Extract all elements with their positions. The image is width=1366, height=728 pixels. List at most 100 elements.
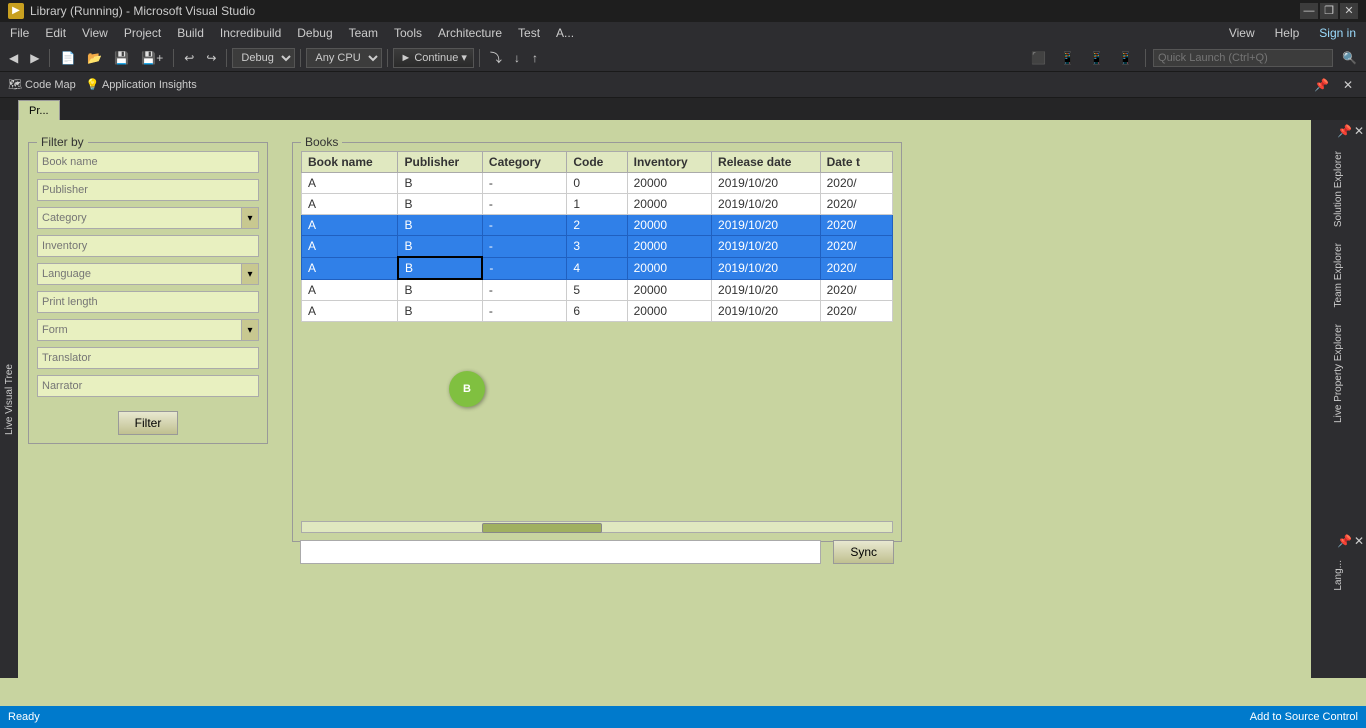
save-all-btn[interactable]: 💾+ <box>136 47 168 69</box>
minimize-btn[interactable]: — <box>1300 3 1318 19</box>
panel2-pin-btn[interactable]: 📌 <box>1337 534 1352 548</box>
close-panel-btn[interactable]: ✕ <box>1338 74 1358 96</box>
category-row: ▾ <box>37 207 259 229</box>
bookname-input[interactable] <box>37 151 259 173</box>
table-row[interactable]: AB-2200002019/10/202020/ <box>302 215 893 236</box>
table-row[interactable]: AB-6200002019/10/202020/ <box>302 301 893 322</box>
code-map-btn[interactable]: 🗺 Code Map <box>8 78 76 91</box>
menu-file[interactable]: File <box>2 22 37 44</box>
title-bar: ▶ Library (Running) - Microsoft Visual S… <box>0 0 1366 22</box>
status-ready: Ready <box>8 711 40 723</box>
live-property-explorer-tab[interactable]: Live Property Explorer <box>1330 317 1347 430</box>
col-publisher: Publisher <box>398 152 482 173</box>
form-dropdown-btn[interactable]: ▾ <box>241 319 259 341</box>
col-code: Code <box>567 152 627 173</box>
toolbar-row-1: ◀ ▶ 📄 📂 💾 💾+ ↩ ↪ Debug Any CPU ► Continu… <box>0 44 1366 72</box>
debug-dropdown[interactable]: Debug <box>232 48 295 68</box>
filter-legend: Filter by <box>37 135 88 149</box>
col-category: Category <box>482 152 566 173</box>
table-row[interactable]: AB-1200002019/10/202020/ <box>302 194 893 215</box>
live-visual-tree-label: Live Visual Tree <box>4 364 15 435</box>
col-releasedate: Release date <box>712 152 821 173</box>
language-dropdown-btn[interactable]: ▾ <box>241 263 259 285</box>
menu-view2[interactable]: View <box>1221 24 1263 42</box>
col-datet: Date t <box>820 152 892 173</box>
sync-button[interactable]: Sync <box>833 540 894 564</box>
sep5 <box>387 49 388 67</box>
table-row[interactable]: AB-5200002019/10/202020/ <box>302 279 893 301</box>
back-btn[interactable]: ◀ <box>4 47 23 69</box>
new-project-btn[interactable]: 📄 <box>55 47 80 69</box>
search-btn[interactable]: 🔍 <box>1337 47 1362 69</box>
drag-circle[interactable]: B <box>449 371 485 407</box>
form-row: ▾ <box>37 319 259 341</box>
form-input[interactable] <box>37 319 241 341</box>
app-insights-btn[interactable]: 💡 Application Insights <box>86 78 197 91</box>
pin-panel-btn[interactable]: 📌 <box>1309 74 1334 96</box>
step-out-btn[interactable]: ↑ <box>527 47 543 69</box>
sep3 <box>226 49 227 67</box>
menu-tools[interactable]: Tools <box>386 22 430 44</box>
inventory-input[interactable] <box>37 235 259 257</box>
add-source-control[interactable]: Add to Source Control <box>1250 711 1358 723</box>
sep2 <box>173 49 174 67</box>
menu-signin[interactable]: Sign in <box>1311 24 1364 42</box>
category-input[interactable] <box>37 207 241 229</box>
redo-btn[interactable]: ↪ <box>201 47 221 69</box>
narrator-input[interactable] <box>37 375 259 397</box>
platform-dropdown[interactable]: Any CPU <box>306 48 382 68</box>
forward-btn[interactable]: ▶ <box>25 47 44 69</box>
panel2-close-btn[interactable]: ✕ <box>1354 534 1364 548</box>
table-horizontal-scrollbar[interactable] <box>301 521 893 533</box>
status-bar: Ready Add to Source Control <box>0 706 1366 728</box>
col-inventory: Inventory <box>627 152 711 173</box>
menu-edit[interactable]: Edit <box>37 22 74 44</box>
restore-btn[interactable]: ❐ <box>1320 3 1338 19</box>
device-selector-btn4[interactable]: 📱 <box>1113 47 1138 69</box>
document-tab[interactable]: Pr... <box>18 100 60 120</box>
open-btn[interactable]: 📂 <box>82 47 107 69</box>
device-selector-btn1[interactable]: ⬛ <box>1026 47 1051 69</box>
bottom-text-field[interactable] <box>300 540 821 564</box>
close-btn[interactable]: ✕ <box>1340 3 1358 19</box>
solution-explorer-tab[interactable]: Solution Explorer <box>1330 144 1347 234</box>
undo-btn[interactable]: ↩ <box>179 47 199 69</box>
step-into-btn[interactable]: ↓ <box>509 47 525 69</box>
panel-close-btn[interactable]: ✕ <box>1354 124 1364 138</box>
menu-team[interactable]: Team <box>341 22 386 44</box>
menu-bar: File Edit View Project Build Incredibuil… <box>0 22 1366 44</box>
bottom-controls: Sync <box>292 540 902 564</box>
printlength-input[interactable] <box>37 291 259 313</box>
scrollbar-thumb[interactable] <box>482 523 602 533</box>
menu-build[interactable]: Build <box>169 22 212 44</box>
menu-debug[interactable]: Debug <box>289 22 340 44</box>
table-row[interactable]: AB-3200002019/10/202020/ <box>302 236 893 258</box>
table-row[interactable]: AB-4200002019/10/202020/ <box>302 257 893 279</box>
translator-input[interactable] <box>37 347 259 369</box>
quick-launch-input[interactable] <box>1153 49 1333 67</box>
continue-btn[interactable]: ► Continue ▾ <box>393 48 474 68</box>
menu-a[interactable]: A... <box>548 22 582 44</box>
device-selector-btn2[interactable]: 📱 <box>1055 47 1080 69</box>
step-over-btn[interactable]: ⤵ <box>485 47 507 69</box>
menu-project[interactable]: Project <box>116 22 169 44</box>
language-input[interactable] <box>37 263 241 285</box>
filter-button[interactable]: Filter <box>118 411 179 435</box>
right-side-panels-bottom: 📌 ✕ Lang... <box>1311 530 1366 650</box>
menu-help[interactable]: Help <box>1267 24 1308 42</box>
publisher-input[interactable] <box>37 179 259 201</box>
menu-architecture[interactable]: Architecture <box>430 22 510 44</box>
panel-pin-btn[interactable]: 📌 <box>1337 124 1352 138</box>
save-btn[interactable]: 💾 <box>109 47 134 69</box>
category-dropdown-btn[interactable]: ▾ <box>241 207 259 229</box>
menu-test[interactable]: Test <box>510 22 548 44</box>
menu-view[interactable]: View <box>74 22 116 44</box>
table-row[interactable]: AB-0200002019/10/202020/ <box>302 173 893 194</box>
language-row: ▾ <box>37 263 259 285</box>
team-explorer-tab[interactable]: Team Explorer <box>1330 236 1347 314</box>
menu-incredibuild[interactable]: Incredibuild <box>212 22 289 44</box>
sep6 <box>479 49 480 67</box>
lang-tab[interactable]: Lang... <box>1331 554 1346 597</box>
window-controls: — ❐ ✕ <box>1300 3 1358 19</box>
device-selector-btn3[interactable]: 📱 <box>1084 47 1109 69</box>
